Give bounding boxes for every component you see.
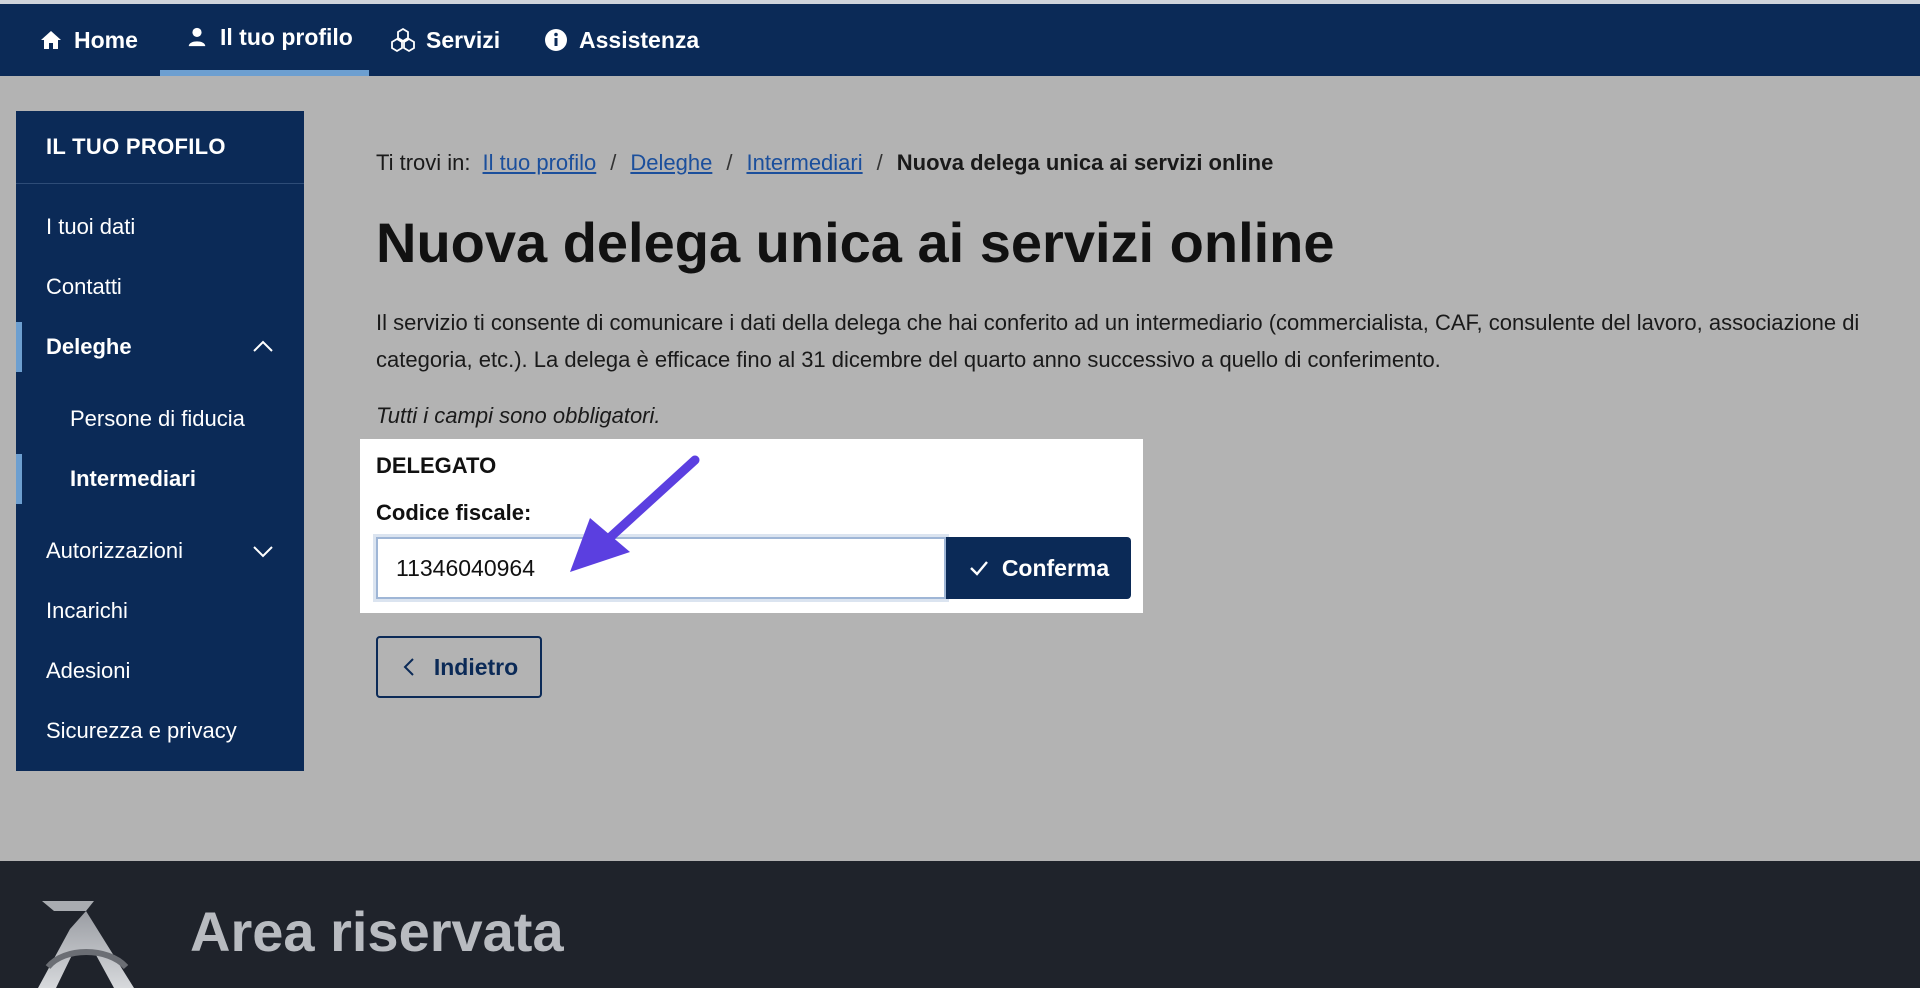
cubes-icon: [390, 27, 416, 53]
sidebar-item-intermediari[interactable]: Intermediari: [16, 454, 304, 504]
required-fields-note: Tutti i campi sono obbligatori.: [376, 403, 661, 428]
breadcrumb-prefix: Ti trovi in:: [376, 150, 471, 175]
sidebar-item-label: Intermediari: [70, 466, 196, 491]
nav-servizi-label: Servizi: [426, 26, 501, 53]
fieldset-title: DELEGATO: [376, 453, 497, 478]
delegato-form: DELEGATO Codice fiscale: Conferma: [360, 439, 1143, 613]
sidebar-item-deleghe[interactable]: Deleghe: [16, 322, 304, 372]
profile-sidebar: IL TUO PROFILO I tuoi dati Contatti Dele…: [16, 111, 304, 771]
sidebar-item-label: Deleghe: [46, 334, 132, 359]
back-button[interactable]: Indietro: [376, 636, 542, 698]
page-title: Nuova delega unica ai servizi online: [376, 211, 1335, 274]
confirm-button-label: Conferma: [1001, 554, 1110, 581]
nav-profilo[interactable]: Il tuo profilo: [160, 4, 369, 76]
nav-home[interactable]: Home: [38, 4, 138, 76]
breadcrumb-separator: /: [610, 150, 617, 175]
nav-assistenza[interactable]: Assistenza: [543, 4, 699, 76]
codice-fiscale-input[interactable]: [376, 537, 946, 599]
nav-home-label: Home: [74, 26, 138, 53]
chevron-left-icon: [400, 657, 420, 677]
confirm-button[interactable]: Conferma: [946, 537, 1131, 599]
sidebar-item-label: Incarichi: [46, 598, 128, 623]
info-icon: [543, 27, 569, 53]
back-button-label: Indietro: [433, 653, 519, 680]
sidebar-item-label: Persone di fiducia: [70, 406, 245, 431]
breadcrumb-separator: /: [726, 150, 733, 175]
chevron-up-icon: [252, 336, 274, 358]
sidebar-title: IL TUO PROFILO: [16, 111, 304, 184]
top-navigation: Home Il tuo profilo Servizi Assistenza: [0, 0, 1920, 76]
nav-servizi[interactable]: Servizi: [390, 4, 500, 76]
footer: Area riservata: [0, 861, 1920, 988]
breadcrumb: Ti trovi in: Il tuo profilo / Deleghe / …: [376, 150, 1273, 176]
breadcrumb-current: Nuova delega unica ai servizi online: [896, 150, 1274, 175]
sidebar-item-label: Autorizzazioni: [46, 538, 183, 563]
page-description: Il servizio ti consente di comunicare i …: [376, 310, 1860, 372]
chevron-down-icon: [252, 540, 274, 562]
sidebar-item-label: Sicurezza e privacy: [46, 718, 237, 743]
sidebar-item-label: I tuoi dati: [46, 214, 136, 239]
sidebar-item-label: Contatti: [46, 274, 122, 299]
sidebar-item-adesioni[interactable]: Adesioni: [16, 646, 304, 696]
check-icon: [968, 557, 990, 579]
sidebar-item-autorizzazioni[interactable]: Autorizzazioni: [16, 526, 304, 576]
user-icon: [184, 24, 210, 50]
breadcrumb-link-profilo[interactable]: Il tuo profilo: [483, 150, 597, 176]
nav-profilo-label: Il tuo profilo: [220, 23, 353, 50]
nav-assistenza-label: Assistenza: [579, 26, 700, 53]
sidebar-item-tuoi-dati[interactable]: I tuoi dati: [16, 202, 304, 252]
breadcrumb-link-deleghe[interactable]: Deleghe: [630, 150, 712, 176]
breadcrumb-link-intermediari[interactable]: Intermediari: [746, 150, 862, 176]
sidebar-item-label: Adesioni: [46, 658, 131, 683]
home-icon: [38, 27, 64, 53]
sidebar-item-incarichi[interactable]: Incarichi: [16, 586, 304, 636]
agency-logo-icon: [38, 901, 134, 988]
sidebar-item-contatti[interactable]: Contatti: [16, 262, 304, 312]
breadcrumb-separator: /: [876, 150, 883, 175]
sidebar-item-persone-di-fiducia[interactable]: Persone di fiducia: [16, 394, 304, 444]
codice-fiscale-label: Codice fiscale:: [376, 500, 532, 525]
footer-title: Area riservata: [190, 900, 564, 963]
sidebar-item-sicurezza-privacy[interactable]: Sicurezza e privacy: [16, 706, 304, 756]
